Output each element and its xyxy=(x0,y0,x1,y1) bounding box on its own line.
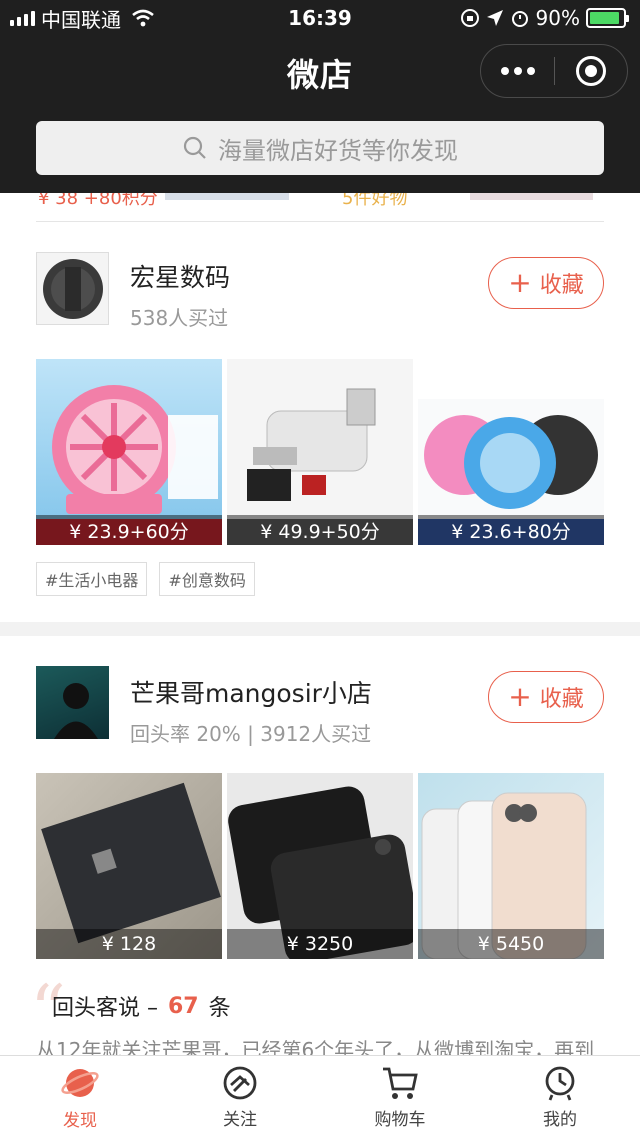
tab-label: 我的 xyxy=(543,1109,577,1130)
product-price: ¥ 23.9+60分 xyxy=(36,515,222,545)
product-thumbnail[interactable]: ¥ 23.6+80分 xyxy=(418,359,604,545)
product-thumbnail[interactable]: ¥ 3250 xyxy=(227,773,413,959)
title-bar: 微店 xyxy=(0,36,640,108)
tab-discover[interactable]: 发现 xyxy=(0,1056,160,1138)
search-icon xyxy=(183,136,206,159)
shop-avatar[interactable] xyxy=(36,666,109,739)
favorite-label: 收藏 xyxy=(539,273,584,298)
review-title-prefix: 回头客说 – xyxy=(52,996,158,1021)
bottom-tab-bar: 发现 关注 购物车 我的 xyxy=(0,1055,640,1138)
tab-label: 关注 xyxy=(223,1109,257,1130)
review-title-suffix: 条 xyxy=(208,996,231,1021)
product-thumbnail[interactable]: ¥ 49.9+50分 xyxy=(227,359,413,545)
tab-follow[interactable]: 关注 xyxy=(160,1056,320,1138)
shop-subtitle: 538人买过 xyxy=(130,306,229,330)
review-count: 67 xyxy=(168,993,199,1019)
product-price: ¥ 49.9+50分 xyxy=(227,515,413,545)
search-input[interactable]: 海量微店好货等你发现 xyxy=(36,121,604,175)
status-bar: 中国联通 16:39 90% xyxy=(0,0,640,36)
profile-icon xyxy=(545,1066,575,1101)
shop-name[interactable]: 宏星数码 xyxy=(130,258,230,294)
product-thumbnails: ¥ 23.9+60分 ¥ 49.9+50分 ¥ 23.6+80分 xyxy=(36,359,604,545)
peek-image xyxy=(165,192,289,200)
mini-program-capsule xyxy=(480,44,628,98)
tab-cart[interactable]: 购物车 xyxy=(320,1056,480,1138)
shop-name[interactable]: 芒果哥mangosir小店 xyxy=(130,674,372,710)
favorite-button[interactable]: + 收藏 xyxy=(488,671,604,723)
shop-card[interactable]: 芒果哥mangosir小店 回头率 20% | 3912人买过 + 收藏 ¥ 1… xyxy=(0,636,640,1066)
planet-icon xyxy=(61,1068,99,1097)
shop-avatar[interactable] xyxy=(36,252,109,325)
lock-rotation-icon xyxy=(460,9,479,27)
product-price: ¥ 3250 xyxy=(227,929,413,959)
product-thumbnail[interactable]: ¥ 23.9+60分 xyxy=(36,359,222,545)
tag[interactable]: #生活小电器 xyxy=(36,562,148,596)
top-bar: 中国联通 16:39 90% 微店 海量微店好货等你发现 xyxy=(0,0,640,193)
tab-label: 发现 xyxy=(63,1110,97,1131)
tab-profile[interactable]: 我的 xyxy=(480,1056,640,1138)
search-placeholder: 海量微店好货等你发现 xyxy=(218,136,458,165)
cart-icon xyxy=(383,1067,418,1099)
favorite-button[interactable]: + 收藏 xyxy=(488,257,604,309)
shop-card[interactable]: 宏星数码 538人买过 + 收藏 ¥ 23.9+60分 ¥ 49.9+50分 ¥… xyxy=(0,222,640,622)
tag[interactable]: #创意数码 xyxy=(159,562,255,596)
plus-icon: + xyxy=(508,266,532,299)
product-price: ¥ 128 xyxy=(36,929,222,959)
alarm-icon xyxy=(511,11,528,27)
plus-icon: + xyxy=(508,680,532,713)
battery-icon xyxy=(586,8,629,28)
battery-percent: 90% xyxy=(535,6,580,30)
app-root: ¥ 38 +80积分 5件好物 宏星数码 538人买过 + 收藏 ¥ 23.9+… xyxy=(0,0,640,1138)
follow-icon xyxy=(223,1066,257,1099)
favorite-label: 收藏 xyxy=(539,687,584,712)
product-price: ¥ 23.6+80分 xyxy=(418,515,604,545)
more-menu-button[interactable] xyxy=(481,45,554,97)
review-title[interactable]: 回头客说 – 67 条 xyxy=(52,990,231,1022)
tab-label: 购物车 xyxy=(374,1109,426,1130)
product-thumbnail[interactable]: ¥ 128 xyxy=(36,773,222,959)
shop-subtitle: 回头率 20% | 3912人买过 xyxy=(130,722,372,746)
product-thumbnails: ¥ 128 ¥ 3250 ¥ 5450 xyxy=(36,773,604,959)
close-icon xyxy=(575,56,606,86)
product-price: ¥ 5450 xyxy=(418,929,604,959)
shop-tags: #生活小电器 #创意数码 xyxy=(36,562,255,596)
product-thumbnail[interactable]: ¥ 5450 xyxy=(418,773,604,959)
location-icon xyxy=(486,10,503,26)
close-button[interactable] xyxy=(555,45,627,97)
peek-image xyxy=(470,192,593,200)
